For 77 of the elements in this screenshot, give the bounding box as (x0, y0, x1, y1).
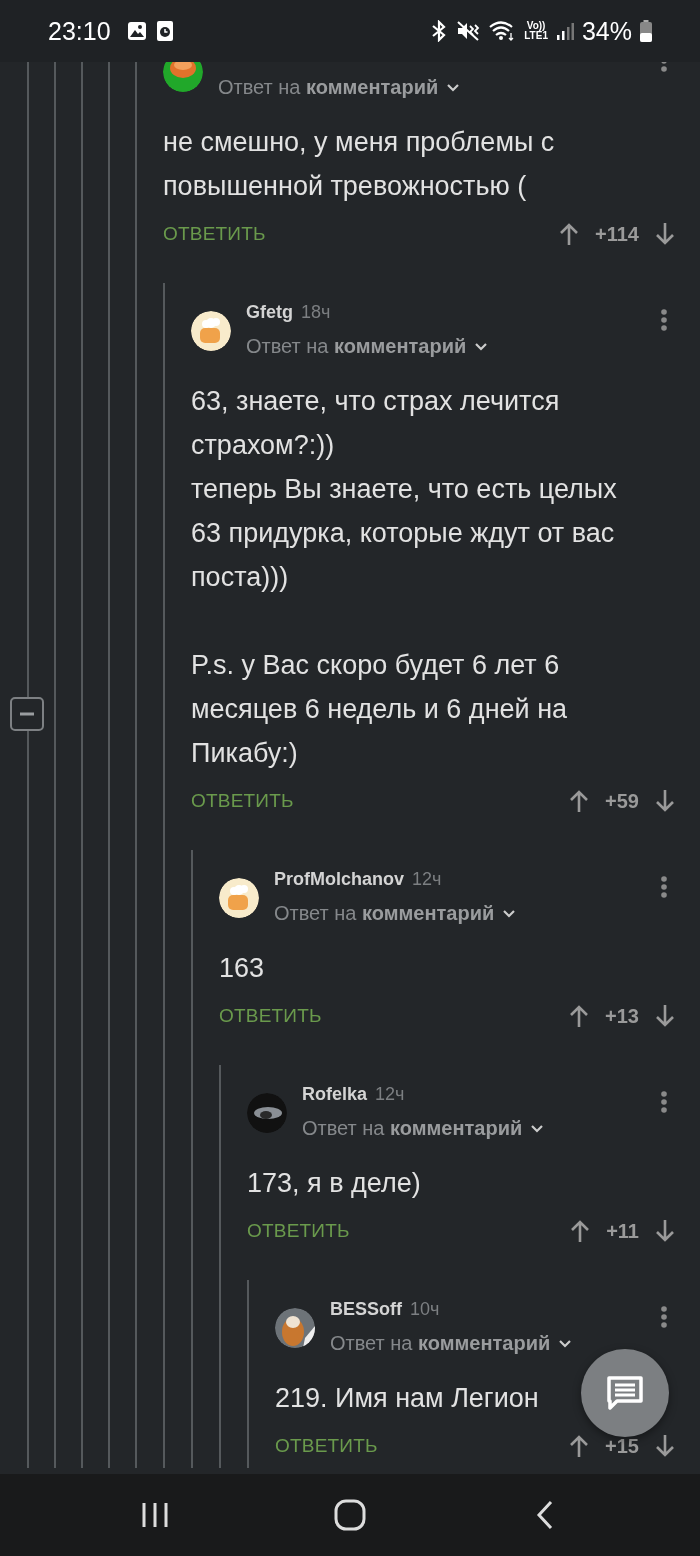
chevron-down-icon (558, 1338, 573, 1348)
upvote-button[interactable] (569, 789, 590, 813)
upvote-icon (559, 222, 580, 246)
upvote-icon (570, 1219, 591, 1243)
more-icon (661, 876, 667, 898)
author-name[interactable]: Rofelka (302, 1083, 368, 1105)
lte-label: LTE1 (524, 31, 548, 41)
comment-text: не смешно, у меня проблемы с повышенной тревожностью ( (163, 126, 556, 203)
rating-score: +11 (606, 1219, 639, 1243)
downvote-icon (655, 789, 675, 813)
comment-text: 163 (219, 952, 265, 985)
clock-time: 23:10 (48, 16, 111, 46)
reply-to-link[interactable]: Ответ на комментарий (218, 75, 439, 99)
downvote-button[interactable] (655, 1219, 675, 1243)
image-icon (126, 21, 147, 41)
author-name[interactable]: Gfetg (246, 301, 293, 323)
recent-apps-icon (140, 1501, 170, 1529)
comment-text: 63, знаете, что страх лечится страхом?:)) теперь Вы знаете, что есть целых 63 придурка, которые ждут от вас поста))) P.s. у Вас скоро будет 6 лет 6 месяцев 6 недель и 6 дней на Пикабу:) (191, 385, 618, 770)
downvote-icon (655, 1004, 675, 1028)
comment-time: 10ч (410, 1298, 440, 1320)
reply-button[interactable]: ОТВЕТИТЬ (219, 1005, 322, 1027)
rating-score: +114 (595, 222, 639, 246)
author-name[interactable]: ProfMolchanov (274, 868, 404, 890)
minus-icon (20, 712, 34, 716)
upvote-icon (569, 1434, 590, 1458)
comment-text: 173, я в деле) (247, 1167, 421, 1200)
rating-score: +13 (605, 1004, 639, 1028)
volte-label: Vo)) (526, 21, 546, 31)
comment-time: 12ч (375, 1083, 405, 1105)
downvote-button[interactable] (655, 1004, 675, 1028)
vibrate-mute-icon (456, 20, 481, 42)
reply-to-link[interactable]: Ответ на комментарий (330, 1331, 551, 1355)
comment-time: 18ч (301, 301, 331, 323)
reply-to-link[interactable]: Ответ на комментарий (302, 1116, 523, 1140)
chevron-down-icon (474, 341, 489, 351)
downvote-button[interactable] (655, 222, 675, 246)
downvote-button[interactable] (655, 789, 675, 813)
upvote-button[interactable] (569, 1004, 590, 1028)
more-icon (661, 309, 667, 331)
collapse-button[interactable] (10, 697, 44, 731)
reply-to-link[interactable]: Ответ на комментарий (246, 334, 467, 358)
rating-score: +15 (605, 1434, 639, 1458)
upvote-button[interactable] (569, 1434, 590, 1458)
message-icon (606, 1375, 644, 1411)
downvote-icon (655, 1434, 675, 1458)
reply-button[interactable]: ОТВЕТИТЬ (191, 790, 294, 812)
comment-time: 12ч (412, 868, 442, 890)
author-name[interactable]: BESSoff (330, 1298, 402, 1320)
reply-button[interactable]: ОТВЕТИТЬ (275, 1435, 378, 1457)
avatar (191, 311, 231, 351)
upvote-icon (569, 1004, 590, 1028)
avatar (247, 1093, 287, 1133)
upvote-button[interactable] (570, 1219, 591, 1243)
avatar (275, 1308, 315, 1348)
chevron-down-icon (502, 908, 517, 918)
upvote-button[interactable] (559, 222, 580, 246)
home-icon (334, 1499, 366, 1531)
clock-card-icon (156, 21, 173, 41)
reply-button[interactable]: ОТВЕТИТЬ (247, 1220, 350, 1242)
battery-percent: 34% (581, 16, 632, 46)
more-icon (661, 1091, 667, 1113)
downvote-button[interactable] (655, 1434, 675, 1458)
downvote-icon (655, 222, 675, 246)
downvote-icon (655, 1219, 675, 1243)
signal-icon (555, 21, 574, 41)
comment-text: 219. Имя нам Легион (275, 1382, 539, 1415)
rating-score: +59 (605, 789, 639, 813)
avatar (163, 62, 203, 92)
battery-icon (640, 20, 652, 42)
chevron-down-icon (530, 1123, 545, 1133)
chevron-down-icon (446, 82, 461, 92)
more-icon (661, 1306, 667, 1328)
back-icon (535, 1500, 555, 1530)
reply-to-link[interactable]: Ответ на комментарий (274, 901, 495, 925)
avatar (219, 878, 259, 918)
reply-button[interactable]: ОТВЕТИТЬ (163, 223, 266, 245)
upvote-icon (569, 789, 590, 813)
